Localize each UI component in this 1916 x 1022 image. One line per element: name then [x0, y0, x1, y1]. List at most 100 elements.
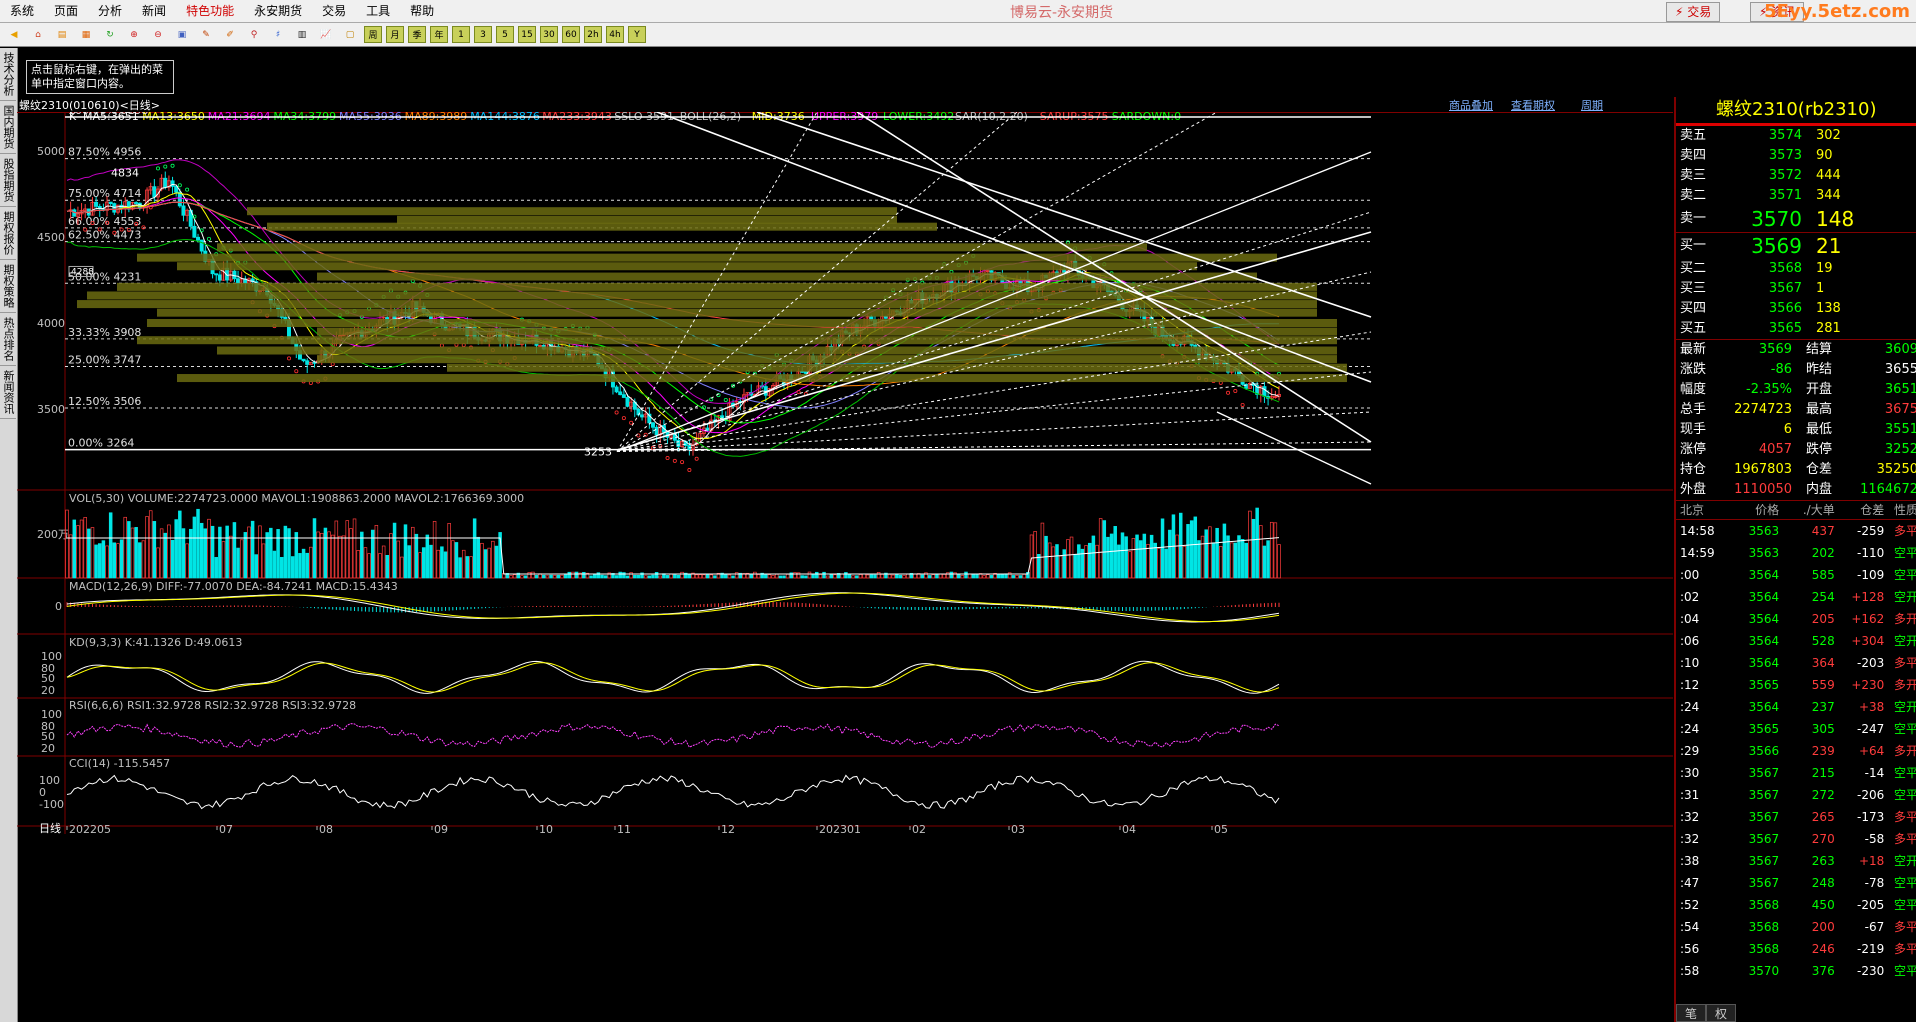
tick-row: :24 3564 237 +38 空开: [1680, 700, 1916, 714]
trade-button[interactable]: ⚡ 交易: [1666, 2, 1721, 22]
menu-item[interactable]: 交易: [312, 0, 356, 22]
side-tab[interactable]: 期权策略: [0, 260, 16, 313]
candle-body: [126, 201, 131, 210]
back-icon[interactable]: ◀: [4, 26, 24, 44]
volume-bar: [261, 543, 266, 579]
volume-bar: [108, 512, 113, 579]
volume-bar: [749, 574, 754, 579]
volume-bar: [105, 545, 109, 579]
period-button[interactable]: 5: [496, 26, 514, 43]
volume-bar: [1248, 510, 1252, 579]
menu-item[interactable]: 帮助: [400, 0, 444, 22]
period-button[interactable]: Y: [628, 26, 646, 43]
indicator-icon[interactable]: ♯: [268, 26, 288, 44]
volume-bar: [254, 554, 259, 579]
refresh-icon[interactable]: ↻: [100, 26, 120, 44]
overlay-link[interactable]: 商品叠加: [1449, 97, 1493, 113]
volume-bar: [487, 547, 491, 579]
menu-item[interactable]: 永安期货: [244, 0, 312, 22]
x-tick-label: 09: [434, 823, 448, 836]
volume-bar: [1058, 555, 1063, 579]
volume-bar: [1084, 545, 1088, 579]
period-button[interactable]: 60: [562, 26, 580, 43]
period-button[interactable]: 年: [430, 26, 448, 43]
volume-bar: [1229, 542, 1234, 579]
volume-profile-bar: [267, 222, 937, 231]
side-tab[interactable]: 热点排名: [0, 313, 16, 366]
period-button[interactable]: 月: [386, 26, 404, 43]
side-tab[interactable]: 新闻资讯: [0, 366, 16, 419]
volume-bar: [1124, 536, 1128, 579]
volume-bar: [785, 573, 790, 579]
chart-icon[interactable]: 📈: [316, 26, 336, 44]
volume-bar: [658, 575, 663, 579]
period-button[interactable]: 2h: [584, 26, 602, 43]
home-icon[interactable]: ⌂: [28, 26, 48, 44]
volume-bar: [1193, 516, 1198, 579]
volume-bar: [192, 516, 197, 579]
candle-body: [94, 201, 99, 207]
kline-chart[interactable]: KMA5:3651MA13:3650MA21:3694MA34:3799MA55…: [17, 112, 1673, 1022]
period-button[interactable]: 30: [540, 26, 558, 43]
pen-icon[interactable]: ✎: [196, 26, 216, 44]
menu-item[interactable]: 特色功能: [176, 0, 244, 22]
sar-dot: [170, 163, 175, 168]
news-icon[interactable]: ▦: [76, 26, 96, 44]
side-tab[interactable]: 股指期货: [0, 154, 16, 207]
volume-bar: [669, 573, 673, 579]
fib-label: 33.33% 3908: [68, 326, 141, 339]
zoom-out-icon[interactable]: ⊖: [148, 26, 168, 44]
period-button[interactable]: 4h: [606, 26, 624, 43]
volume-bar: [225, 525, 229, 579]
zoom-in-icon[interactable]: ⊕: [124, 26, 144, 44]
volume-bar: [793, 572, 797, 579]
tick-row: :31 3567 272 -206 空平: [1680, 788, 1916, 802]
volume-bar: [341, 535, 346, 579]
price-tick: 4000: [37, 317, 65, 330]
volume-bar: [1237, 535, 1241, 579]
menu-item[interactable]: 新闻: [132, 0, 176, 22]
volume-bar: [862, 573, 866, 579]
side-tab[interactable]: 技术分析: [0, 48, 16, 101]
volume-bar: [895, 574, 899, 579]
tab-rights[interactable]: 权: [1706, 1004, 1737, 1022]
period-button[interactable]: 1: [452, 26, 470, 43]
volume-bar: [250, 520, 255, 579]
book-icon[interactable]: ▤: [52, 26, 72, 44]
fib-label: 25.00% 3747: [68, 354, 141, 367]
period-button[interactable]: 季: [408, 26, 426, 43]
volume-bar: [1011, 575, 1016, 579]
table-icon[interactable]: ▥: [292, 26, 312, 44]
period-button[interactable]: 15: [518, 26, 536, 43]
volume-bar: [1113, 526, 1117, 579]
volume-bar: [542, 574, 546, 579]
app-title: 博易云-永安期货: [1010, 5, 1114, 21]
volume-bar: [83, 517, 87, 579]
tab-ticks[interactable]: 笔: [1676, 1004, 1707, 1022]
window-icon[interactable]: ▣: [172, 26, 192, 44]
menu-item[interactable]: 分析: [88, 0, 132, 22]
depth-row: 卖四 3573 90: [1680, 148, 1833, 163]
filter-icon[interactable]: ⚲: [244, 26, 264, 44]
side-tab[interactable]: 期权报价: [0, 207, 16, 260]
period-button[interactable]: 3: [474, 26, 492, 43]
calendar-icon[interactable]: ▢: [340, 26, 360, 44]
volume-bar: [549, 574, 553, 579]
volume-bar: [480, 542, 484, 579]
volume-bar: [589, 575, 593, 579]
period-link[interactable]: 周期: [1581, 97, 1603, 113]
options-link[interactable]: 查看期权: [1511, 97, 1555, 113]
volume-bar: [349, 528, 353, 579]
x-tick-label: 07: [219, 823, 233, 836]
period-button[interactable]: 周: [364, 26, 382, 43]
volume-bar: [323, 527, 328, 579]
menu-item[interactable]: 系统: [0, 0, 44, 22]
candle-body: [236, 278, 241, 284]
menu-item[interactable]: 页面: [44, 0, 88, 22]
stat-row: 涨跌 -86 昨结 3655: [1680, 362, 1916, 377]
side-tab[interactable]: 国内期货: [0, 101, 16, 154]
volume-bar: [996, 574, 1001, 579]
volume-bar: [913, 573, 917, 579]
menu-item[interactable]: 工具: [356, 0, 400, 22]
brush-icon[interactable]: ✐: [220, 26, 240, 44]
